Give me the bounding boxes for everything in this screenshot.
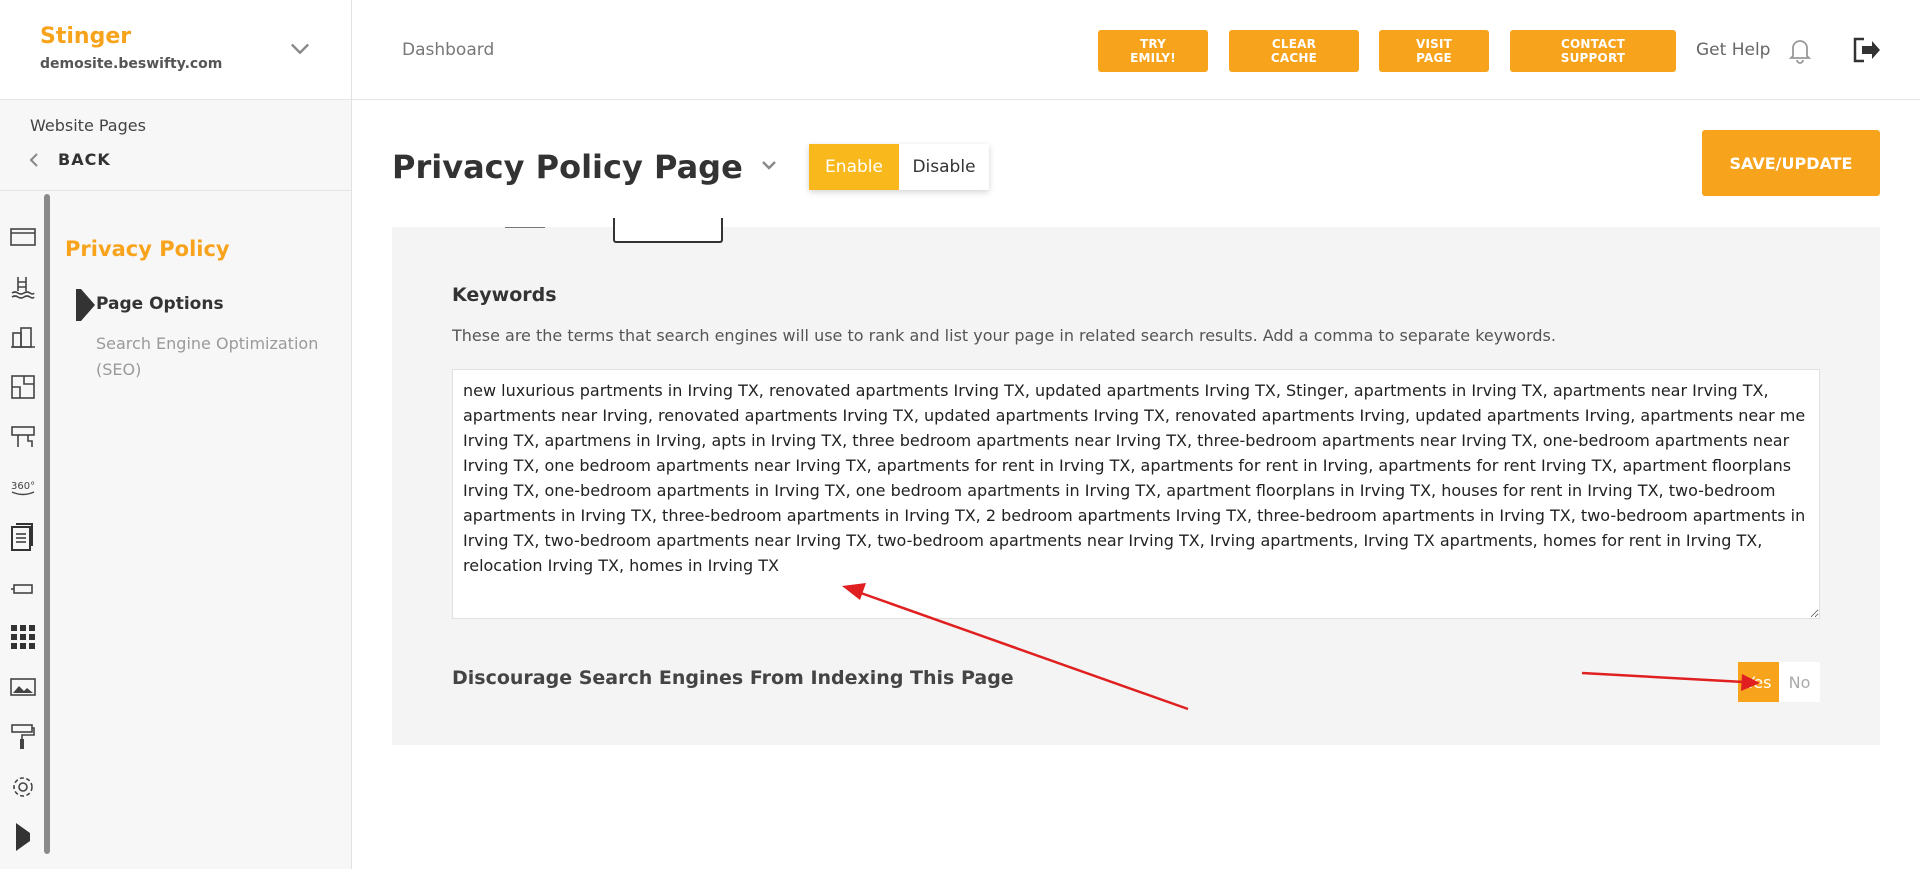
sidebar-divider bbox=[0, 190, 351, 191]
no-option[interactable]: No bbox=[1779, 662, 1820, 702]
nav-item-seo[interactable]: Search Engine Optimization (SEO) bbox=[96, 331, 326, 383]
clipped-button[interactable] bbox=[613, 218, 723, 243]
browser-window-icon[interactable] bbox=[10, 224, 36, 250]
discourage-indexing-toggle: Yes No bbox=[1738, 662, 1820, 702]
chevron-left-icon bbox=[29, 152, 38, 167]
settings-icon[interactable] bbox=[10, 774, 36, 800]
back-button[interactable]: BACK bbox=[28, 150, 111, 169]
page-title: Privacy Policy Page bbox=[392, 148, 743, 186]
360-view-icon[interactable]: 360° bbox=[10, 474, 36, 500]
active-indicator-arrow bbox=[81, 289, 95, 321]
page-status-toggle: Enable Disable bbox=[809, 144, 989, 190]
sidebar: Stinger demosite.beswifty.com Website Pa… bbox=[0, 0, 352, 869]
try-emily-button[interactable]: TRY EMILY! bbox=[1098, 30, 1208, 72]
top-bar: Dashboard TRY EMILY! CLEAR CACHE VISIT P… bbox=[352, 0, 1920, 100]
disable-option[interactable]: Disable bbox=[899, 144, 989, 190]
keywords-label: Keywords bbox=[452, 284, 557, 306]
buildings-icon[interactable] bbox=[10, 324, 36, 350]
rail-scrollbar[interactable] bbox=[44, 194, 50, 854]
bell-icon[interactable] bbox=[1786, 36, 1814, 64]
visit-page-button[interactable]: VISIT PAGE bbox=[1379, 30, 1489, 72]
nav-page-title: Privacy Policy bbox=[65, 237, 230, 261]
nav-item-page-options[interactable]: Page Options bbox=[96, 294, 224, 314]
brand-name: Stinger bbox=[40, 24, 132, 49]
clipped-label bbox=[505, 220, 545, 228]
logout-icon[interactable] bbox=[1852, 36, 1882, 64]
pages-icon[interactable] bbox=[10, 523, 36, 551]
breadcrumb[interactable]: Dashboard bbox=[402, 40, 494, 60]
enable-option[interactable]: Enable bbox=[809, 144, 899, 190]
pool-icon[interactable] bbox=[10, 274, 36, 300]
contact-support-button[interactable]: CONTACT SUPPORT bbox=[1510, 30, 1676, 72]
save-update-button[interactable]: SAVE/UPDATE bbox=[1702, 130, 1880, 196]
floorplan-icon[interactable] bbox=[10, 374, 36, 400]
chevron-down-icon[interactable] bbox=[758, 154, 780, 176]
brand-domain: demosite.beswifty.com bbox=[40, 56, 223, 72]
chevron-down-icon[interactable] bbox=[286, 34, 314, 62]
clear-cache-button[interactable]: CLEAR CACHE bbox=[1229, 30, 1359, 72]
back-label: BACK bbox=[58, 150, 111, 169]
gallery-icon[interactable] bbox=[10, 674, 36, 700]
amenities-icon[interactable] bbox=[10, 424, 36, 450]
get-help-link[interactable]: Get Help bbox=[1696, 40, 1770, 60]
discourage-indexing-label: Discourage Search Engines From Indexing … bbox=[452, 667, 1014, 689]
paint-roller-icon[interactable] bbox=[10, 724, 36, 750]
tools-icon[interactable] bbox=[10, 576, 36, 602]
keywords-textarea[interactable]: new luxurious partments in Irving TX, re… bbox=[452, 369, 1820, 619]
keywords-help: These are the terms that search engines … bbox=[452, 326, 1556, 345]
expand-icon[interactable] bbox=[10, 823, 36, 851]
yes-option[interactable]: Yes bbox=[1738, 662, 1779, 702]
apps-grid-icon[interactable] bbox=[10, 624, 36, 650]
section-label: Website Pages bbox=[30, 116, 146, 135]
svg-text:360°: 360° bbox=[11, 481, 35, 492]
brand-switcher[interactable]: Stinger demosite.beswifty.com bbox=[0, 0, 351, 100]
